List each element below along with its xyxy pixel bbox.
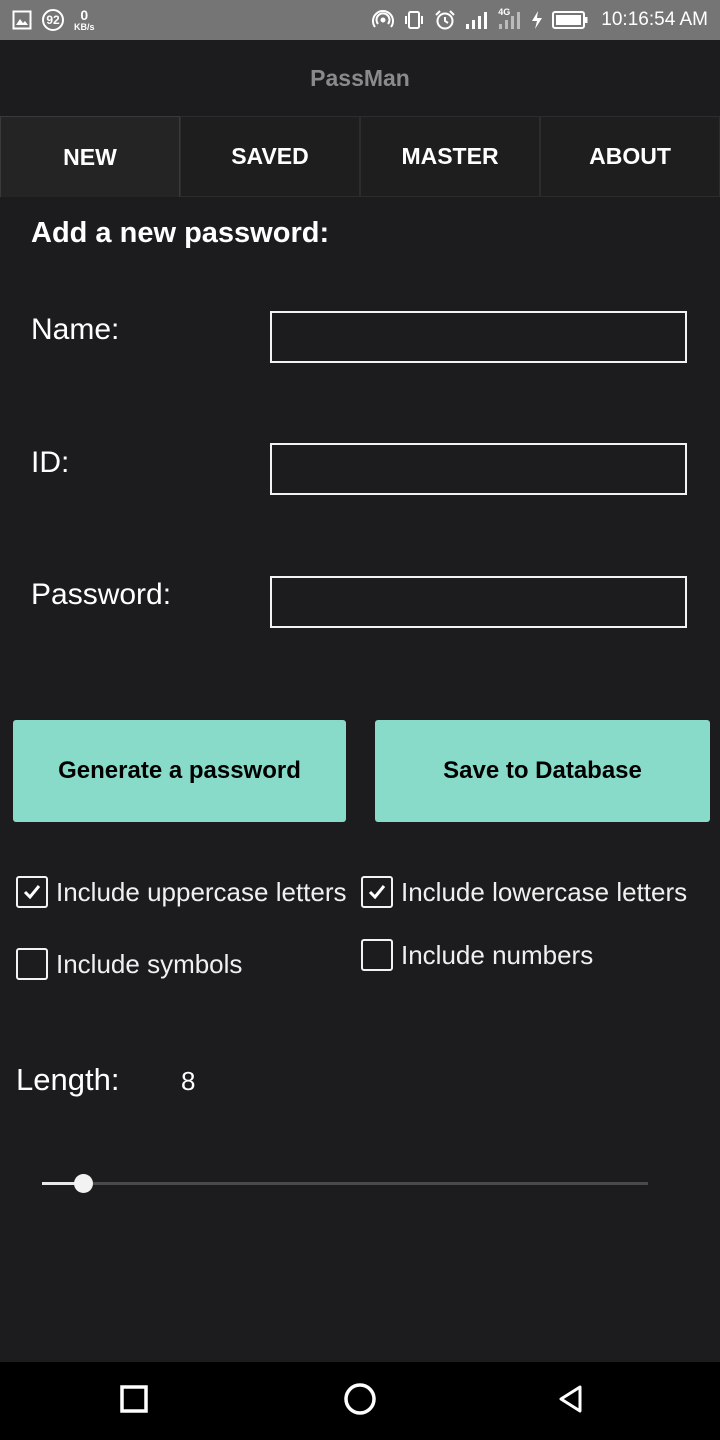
password-label: Password: [31,578,172,611]
circle-icon [343,1382,377,1421]
id-input[interactable] [270,443,687,495]
numbers-checkbox-label: Include numbers [401,939,594,970]
navigation-bar [0,1362,720,1440]
battery-icon [552,10,588,30]
network-speed: 0 KB/s [74,6,95,32]
tab-bar: NEW SAVED MASTER ABOUT [0,116,720,197]
network-type-label: 4G [498,7,511,17]
clock: 10:16:54 AM [601,9,708,30]
lowercase-checkbox-label: Include lowercase letters [401,876,688,907]
triangle-back-icon [558,1384,584,1419]
lowercase-checkbox[interactable]: Include lowercase letters [361,876,687,908]
length-value: 8 [181,1066,196,1096]
uppercase-checkbox-label: Include uppercase letters [56,876,347,907]
back-button[interactable] [531,1362,611,1440]
alarm-icon [434,9,456,31]
generate-password-button[interactable]: Generate a password [13,720,346,822]
uppercase-checkbox-box[interactable] [16,876,48,908]
app-bar: PassMan [0,40,720,116]
tab-saved[interactable]: SAVED [180,116,360,197]
save-to-database-button[interactable]: Save to Database [375,720,710,822]
numbers-checkbox-box[interactable] [361,939,393,971]
lowercase-checkbox-box[interactable] [361,876,393,908]
length-label: Length: [16,1062,120,1097]
uppercase-checkbox[interactable]: Include uppercase letters [16,876,347,908]
app-title: PassMan [310,64,410,91]
slider-thumb[interactable] [73,1174,93,1193]
form-heading: Add a new password: [31,217,330,249]
symbols-checkbox[interactable]: Include symbols [16,948,242,980]
signal-4g-icon: 4G [498,7,522,31]
tab-about[interactable]: ABOUT [540,116,720,197]
vibrate-icon [403,9,425,31]
square-icon [119,1384,149,1419]
home-button[interactable] [320,1362,400,1440]
recents-button[interactable] [94,1362,174,1440]
signal-icon [465,10,489,30]
status-bar: 92 0 KB/s 4G 10:16:54 AM [0,0,720,40]
length-slider[interactable] [42,1166,648,1202]
gallery-icon [12,10,32,30]
password-input[interactable] [270,576,687,628]
name-input[interactable] [270,311,687,363]
notification-count-badge: 92 [42,9,64,31]
symbols-checkbox-label: Include symbols [56,948,243,979]
charging-icon [531,10,543,30]
tab-master[interactable]: MASTER [360,116,540,197]
screen: 92 0 KB/s 4G 10:16:54 AM PassMan NEW SAV… [0,0,720,1440]
slider-track [42,1182,648,1185]
numbers-checkbox[interactable]: Include numbers [361,939,593,971]
network-speed-value: 0 [80,6,89,23]
hotspot-icon [372,9,395,31]
symbols-checkbox-box[interactable] [16,948,48,980]
tab-new[interactable]: NEW [0,116,180,197]
id-label: ID: [31,446,70,479]
name-label: Name: [31,313,120,346]
network-speed-unit: KB/s [74,21,95,32]
